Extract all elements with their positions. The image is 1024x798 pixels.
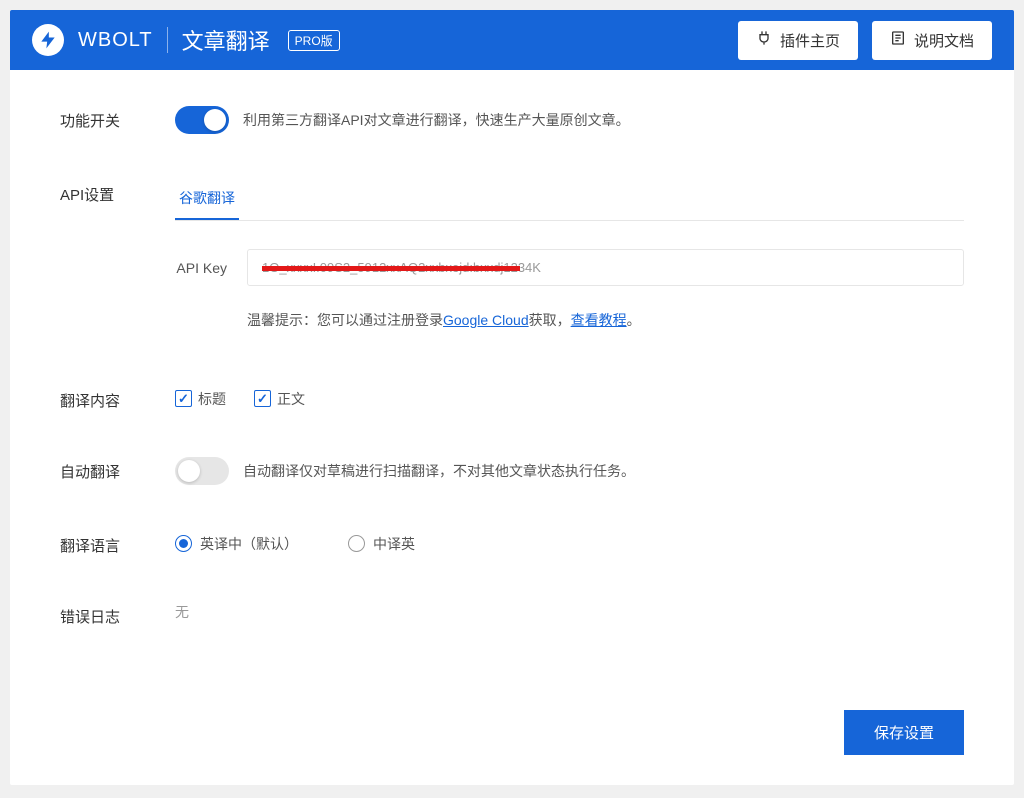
feature-switch-row: 功能开关 利用第三方翻译API对文章进行翻译，快速生产大量原创文章。 (60, 106, 964, 134)
plug-icon (756, 30, 772, 50)
checkbox-label-body: 正文 (277, 389, 305, 409)
error-log-row: 错误日志 无 (60, 602, 964, 627)
view-tutorial-link[interactable]: 查看教程 (571, 312, 627, 328)
content-area: 功能开关 利用第三方翻译API对文章进行翻译，快速生产大量原创文章。 API设置… (10, 70, 1014, 710)
error-log-content: 无 (175, 602, 964, 627)
plugin-home-label: 插件主页 (780, 30, 840, 51)
api-key-content: API Key 1O_xxxxI.09S2_5912xxAQ2xxbxejd:b… (175, 221, 964, 330)
translate-lang-options: 英译中（默认） 中译英 (175, 531, 964, 556)
app-title: 文章翻译 (182, 24, 270, 56)
save-button[interactable]: 保存设置 (844, 710, 964, 755)
radio-label-en-zh: 英译中（默认） (200, 534, 298, 554)
header-divider (167, 27, 168, 53)
document-icon (890, 30, 906, 50)
tip-mid: 获取， (529, 312, 571, 328)
api-settings-label: API设置 (60, 180, 175, 221)
radio-zh-to-en[interactable]: 中译英 (348, 534, 415, 554)
checkbox-title[interactable]: 标题 (175, 389, 226, 409)
auto-translate-row: 自动翻译 自动翻译仅对草稿进行扫描翻译，不对其他文章状态执行任务。 (60, 457, 964, 485)
wbolt-logo-icon (32, 24, 64, 56)
translate-content-label: 翻译内容 (60, 386, 175, 411)
checkbox-body[interactable]: 正文 (254, 389, 305, 409)
error-log-label: 错误日志 (60, 602, 175, 627)
google-cloud-link[interactable]: Google Cloud (443, 312, 529, 328)
auto-translate-content: 自动翻译仅对草稿进行扫描翻译，不对其他文章状态执行任务。 (175, 457, 964, 485)
toggle-knob (204, 109, 226, 131)
api-key-row: API Key 1O_xxxxI.09S2_5912xxAQ2xxbxejd:b… (175, 249, 964, 286)
footer: 保存设置 (10, 710, 1014, 785)
translate-lang-row: 翻译语言 英译中（默认） 中译英 (60, 531, 964, 556)
header-right: 插件主页 说明文档 (738, 21, 992, 60)
feature-switch-label: 功能开关 (60, 106, 175, 134)
radio-label-zh-en: 中译英 (373, 534, 415, 554)
radio-circle-en-zh (175, 535, 192, 552)
docs-label: 说明文档 (914, 30, 974, 51)
api-settings-row: API设置 谷歌翻译 (60, 180, 964, 221)
checkbox-box-body (254, 390, 271, 407)
checkbox-label-title: 标题 (198, 389, 226, 409)
translate-content-row: 翻译内容 标题 正文 (60, 386, 964, 411)
tip-suffix: 。 (627, 312, 641, 328)
api-key-input[interactable]: 1O_xxxxI.09S2_5912xxAQ2xxbxejd:bxxdj1234… (247, 249, 964, 286)
tab-google-translate[interactable]: 谷歌翻译 (175, 180, 239, 220)
error-log-value: 无 (175, 604, 189, 620)
translate-content-options: 标题 正文 (175, 386, 964, 411)
feature-switch-toggle[interactable] (175, 106, 229, 134)
app-container: WBOLT 文章翻译 PRO版 插件主页 (10, 10, 1014, 785)
api-tip-row: 温馨提示：您可以通过注册登录Google Cloud获取，查看教程。 (247, 310, 964, 330)
api-tabs: 谷歌翻译 (175, 180, 964, 221)
translate-lang-label: 翻译语言 (60, 531, 175, 556)
auto-translate-desc: 自动翻译仅对草稿进行扫描翻译，不对其他文章状态执行任务。 (243, 461, 635, 481)
redacted-overlay (262, 266, 520, 271)
header: WBOLT 文章翻译 PRO版 插件主页 (10, 10, 1014, 70)
radio-en-to-zh[interactable]: 英译中（默认） (175, 534, 298, 554)
tip-prefix: 温馨提示：您可以通过注册登录 (247, 312, 443, 328)
api-key-label: API Key (175, 260, 227, 276)
brand-name: WBOLT (78, 29, 153, 52)
auto-translate-label: 自动翻译 (60, 457, 175, 485)
auto-translate-toggle[interactable] (175, 457, 229, 485)
api-settings-content: 谷歌翻译 (175, 180, 964, 221)
checkbox-box-title (175, 390, 192, 407)
plugin-home-button[interactable]: 插件主页 (738, 21, 858, 60)
pro-badge: PRO版 (288, 30, 340, 51)
api-key-section: API Key 1O_xxxxI.09S2_5912xxAQ2xxbxejd:b… (60, 221, 964, 330)
feature-switch-desc: 利用第三方翻译API对文章进行翻译，快速生产大量原创文章。 (243, 110, 630, 130)
header-left: WBOLT 文章翻译 PRO版 (32, 24, 340, 56)
feature-switch-content: 利用第三方翻译API对文章进行翻译，快速生产大量原创文章。 (175, 106, 964, 134)
toggle-knob-auto (178, 460, 200, 482)
docs-button[interactable]: 说明文档 (872, 21, 992, 60)
radio-circle-zh-en (348, 535, 365, 552)
